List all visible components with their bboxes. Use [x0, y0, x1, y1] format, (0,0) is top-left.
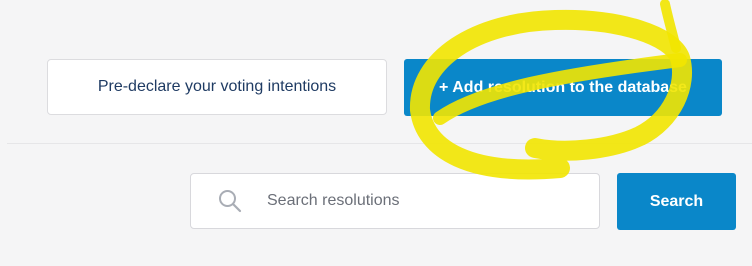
add-resolution-label: + Add resolution to the database: [439, 78, 687, 96]
search-icon: [219, 190, 242, 213]
search-input[interactable]: [265, 191, 589, 211]
predeclare-voting-label: Pre-declare your voting intentions: [97, 78, 337, 95]
search-box[interactable]: [190, 173, 600, 229]
search-button[interactable]: Search: [617, 173, 736, 230]
predeclare-voting-button[interactable]: Pre-declare your voting intentions: [47, 59, 387, 115]
add-resolution-button[interactable]: + Add resolution to the database: [404, 59, 722, 116]
search-button-label: Search: [649, 192, 704, 210]
